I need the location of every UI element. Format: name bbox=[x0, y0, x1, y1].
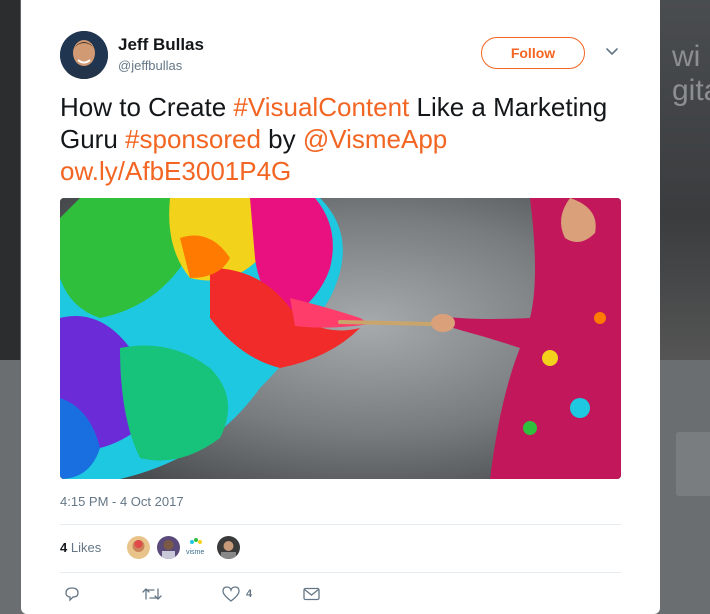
reply-button[interactable] bbox=[64, 585, 86, 603]
mention-link[interactable]: @VismeApp bbox=[303, 124, 447, 154]
background-card bbox=[676, 432, 710, 496]
follow-button[interactable]: Follow bbox=[481, 37, 585, 69]
tweet-text-part: How to Create bbox=[60, 92, 234, 122]
hashtag-link[interactable]: #sponsored bbox=[125, 124, 261, 154]
dm-button[interactable] bbox=[303, 585, 326, 603]
liker-avatar[interactable] bbox=[127, 536, 150, 559]
likes-count: 4 bbox=[60, 540, 68, 555]
liker-avatar[interactable]: visme bbox=[185, 536, 211, 559]
tweet-photo[interactable] bbox=[60, 198, 621, 479]
tweet-timestamp[interactable]: 4:15 PM - 4 Oct 2017 bbox=[60, 494, 184, 509]
liker-badge-text: visme bbox=[186, 549, 204, 556]
author-handle[interactable]: @jeffbullas bbox=[118, 58, 182, 73]
retweet-button[interactable] bbox=[142, 585, 168, 603]
divider bbox=[60, 572, 621, 573]
like-count: 4 bbox=[246, 588, 253, 600]
likes-stat[interactable]: 4 Likes bbox=[60, 540, 101, 555]
background-page bbox=[0, 0, 20, 360]
author-name[interactable]: Jeff Bullas bbox=[118, 35, 204, 55]
tweet-text: How to Create #VisualContent Like a Mark… bbox=[60, 91, 640, 187]
url-link[interactable]: ow.ly/AfbE3001P4G bbox=[60, 156, 291, 186]
author-avatar[interactable] bbox=[60, 31, 108, 79]
divider bbox=[60, 524, 621, 525]
retweet-icon bbox=[142, 588, 162, 600]
chevron-down-icon[interactable] bbox=[605, 44, 619, 58]
envelope-icon bbox=[303, 587, 320, 601]
liker-avatar[interactable] bbox=[157, 536, 180, 559]
tweet-card: Jeff Bullas @jeffbullas Follow How to Cr… bbox=[21, 0, 660, 614]
likes-label: Likes bbox=[70, 540, 102, 555]
liker-avatar[interactable] bbox=[217, 536, 240, 559]
tweet-text-part: by bbox=[260, 124, 303, 154]
like-button[interactable]: 4 bbox=[222, 585, 252, 603]
heart-icon bbox=[222, 586, 240, 602]
hashtag-link[interactable]: #VisualContent bbox=[233, 92, 409, 122]
reply-icon bbox=[65, 587, 79, 602]
background-text: wigita bbox=[672, 40, 710, 107]
